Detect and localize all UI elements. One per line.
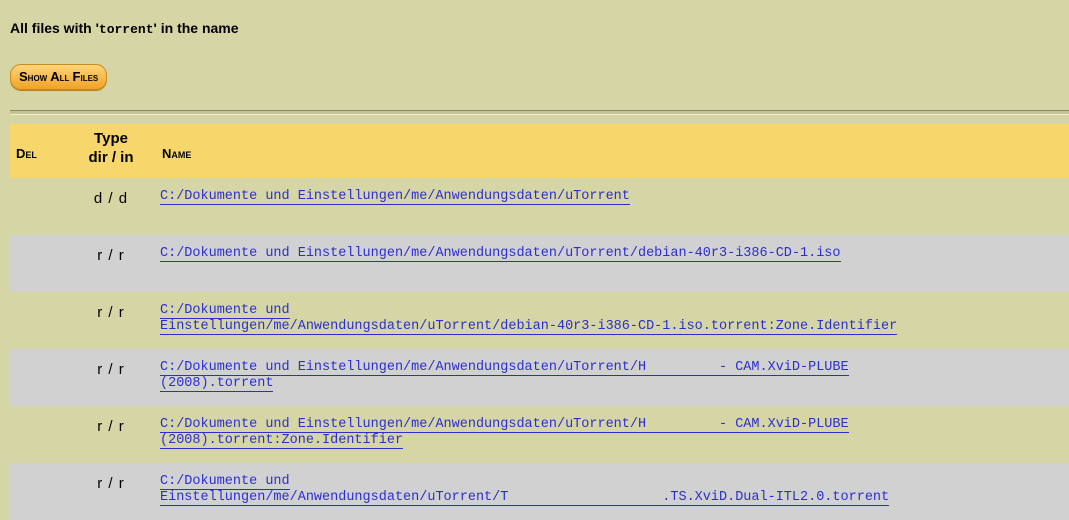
file-link[interactable]: C:/Dokumente und Einstellungen/me/Anwend… (160, 474, 1069, 506)
column-header-type-line1: Type (94, 130, 128, 147)
btn-text-iles: iles (80, 72, 99, 84)
file-link[interactable]: C:/Dokumente und Einstellungen/me/Anwend… (160, 360, 1069, 392)
btn-letter-s: S (19, 69, 28, 84)
table-row: r / r C:/Dokumente und Einstellungen/me/… (10, 235, 1069, 292)
column-header-name[interactable]: Name (162, 146, 191, 161)
table-header: Del Type dir / in Name (10, 124, 1069, 178)
row-type: r / r (97, 247, 125, 264)
row-type: r / r (97, 361, 125, 378)
file-link[interactable]: C:/Dokumente und Einstellungen/me/Anwend… (160, 303, 1069, 335)
row-type: d / d (93, 190, 129, 207)
btn-text-ll: ll (59, 72, 73, 84)
file-link[interactable]: C:/Dokumente und Einstellungen/me/Anwend… (160, 246, 1069, 262)
file-link[interactable]: C:/Dokumente und Einstellungen/me/Anwend… (160, 189, 1069, 205)
file-link[interactable]: C:/Dokumente und Einstellungen/me/Anwend… (160, 417, 1069, 449)
page-title: All files with 'torrent' in the name (10, 20, 239, 37)
file-link-line2: (2008).torrent:Zone.Identifier (160, 433, 404, 449)
file-link-line1: C:/Dokumente und Einstellungen/me/Anwend… (160, 246, 841, 262)
column-header-type-line2: dir / in (88, 149, 134, 166)
file-link-line2: (2008).torrent (160, 376, 274, 392)
btn-text-how: how (27, 72, 51, 84)
table-row: r / r C:/Dokumente und Einstellungen/me/… (10, 349, 1069, 406)
show-all-files-button[interactable]: Show All Files (10, 64, 108, 90)
file-link-line2: Einstellungen/me/Anwendungsdaten/uTorren… (160, 490, 890, 506)
file-link-line1: C:/Dokumente und (160, 474, 290, 490)
column-header-type: Type dir / in (76, 129, 146, 167)
files-table: Del Type dir / in Name d / d C:/Dokument… (10, 124, 1069, 520)
table-row: r / r C:/Dokumente und Einstellungen/me/… (10, 406, 1069, 463)
file-link-line1: C:/Dokumente und Einstellungen/me/Anwend… (160, 360, 849, 376)
title-search-term: torrent (98, 22, 154, 37)
row-type: r / r (97, 304, 125, 321)
file-link-line1: C:/Dokumente und Einstellungen/me/Anwend… (160, 417, 849, 433)
row-type: r / r (97, 475, 125, 492)
title-prefix: All files with ' (10, 20, 99, 36)
table-row: r / r C:/Dokumente und Einstellungen/me/… (10, 463, 1069, 520)
separator (10, 110, 1069, 115)
row-type: r / r (97, 418, 125, 435)
file-link-line2: Einstellungen/me/Anwendungsdaten/uTorren… (160, 319, 898, 335)
file-link-line1: C:/Dokumente und (160, 303, 290, 319)
column-header-del: Del (16, 146, 37, 161)
table-row: r / r C:/Dokumente und Einstellungen/me/… (10, 292, 1069, 349)
file-link-line1: C:/Dokumente und Einstellungen/me/Anwend… (160, 189, 630, 205)
btn-letter-a: A (50, 69, 60, 84)
table-row: d / d C:/Dokumente und Einstellungen/me/… (10, 178, 1069, 235)
title-suffix: ' in the name (153, 20, 239, 36)
